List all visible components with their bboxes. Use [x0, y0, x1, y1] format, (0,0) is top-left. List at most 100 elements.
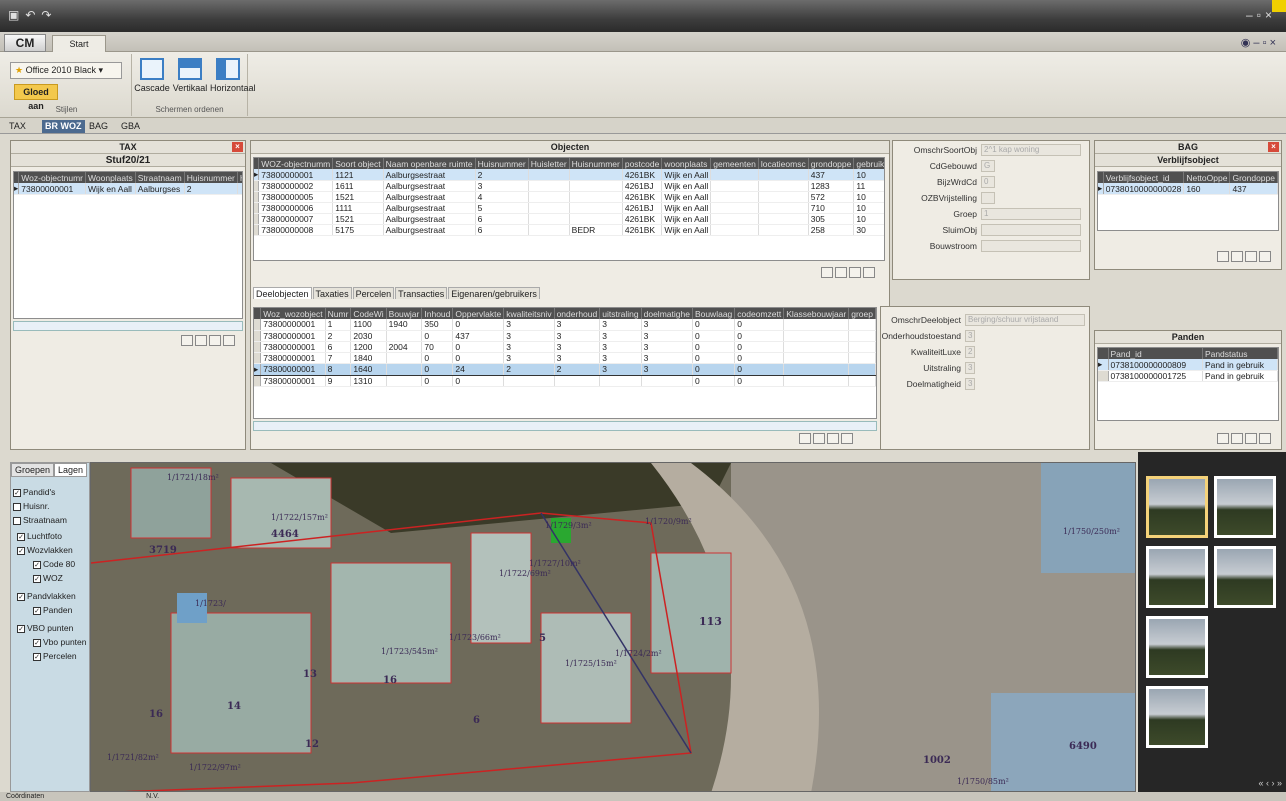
deel-col[interactable]: CodeWi: [350, 308, 387, 319]
tax-col[interactable]: Woonplaats: [85, 172, 136, 183]
gloed-button[interactable]: Gloed aan: [14, 84, 58, 111]
nav-last-icon[interactable]: [1259, 433, 1271, 444]
theme-select[interactable]: ★ Office 2010 Black ▾: [10, 62, 122, 79]
table-row[interactable]: 73800000001 7 1840 0 0 3 3 3 3 0 0: [254, 352, 876, 364]
layer-code80[interactable]: ✓ Code 80: [33, 559, 75, 569]
field-value[interactable]: G: [981, 160, 995, 172]
field-value[interactable]: 3: [965, 330, 975, 342]
tax-col[interactable]: Hu: [237, 172, 242, 183]
nav-next-icon[interactable]: [849, 267, 861, 278]
obj-col[interactable]: grondoppe: [808, 158, 855, 169]
field-value[interactable]: 1: [981, 208, 1081, 220]
tab-transacties[interactable]: Transacties: [395, 287, 448, 299]
nav-last-icon[interactable]: [1259, 251, 1271, 262]
layer-vbo-punten[interactable]: ✓ VBO punten: [17, 623, 73, 633]
deel-scrollbar[interactable]: [253, 421, 877, 431]
bag-close-icon[interactable]: ×: [1268, 142, 1279, 152]
tax-col[interactable]: Straatnaam: [135, 172, 185, 183]
tab-deelobjecten[interactable]: Deelobjecten: [253, 287, 312, 299]
table-row[interactable]: ▸ 0738100000000809 Pand in gebruik: [1098, 359, 1278, 371]
objecten-grid[interactable]: WOZ-objectnumm Soort object Naam openbare …: [253, 157, 885, 261]
field-value[interactable]: Berging/schuur vrijstaand: [965, 314, 1085, 326]
deel-col[interactable]: groep: [848, 308, 876, 319]
module-tab-br-woz[interactable]: BR WOZ: [42, 120, 85, 133]
layer-straatnaam[interactable]: Straatnaam: [13, 515, 67, 525]
map-view[interactable]: 1/1721/18m² 1/1722/157m² 4464 3719 1/172…: [90, 462, 1136, 792]
obj-col[interactable]: Huisnummer: [475, 158, 529, 169]
tax-close-icon[interactable]: ×: [232, 142, 243, 152]
obj-col[interactable]: Huisnummer: [569, 158, 623, 169]
nav-next-icon[interactable]: [827, 433, 839, 444]
tab-percelen[interactable]: Percelen: [352, 287, 395, 299]
layer-woz[interactable]: ✓ WOZ: [33, 573, 63, 583]
layer-pandvlakken[interactable]: ✓ Pandvlakken: [17, 591, 76, 601]
table-row[interactable]: 73800000007 1521 Aalburgsestraat 6 4261BK Wij…: [254, 213, 884, 225]
table-row[interactable]: ▸ 0738010000000028 160 437: [1098, 183, 1278, 195]
panden-col[interactable]: Pandstatus: [1202, 348, 1278, 359]
table-row[interactable]: 0738100000001725 Pand in gebruik: [1098, 370, 1278, 382]
layer-wozvlakken[interactable]: ✓ Wozvlakken: [17, 545, 73, 555]
nav-prev-icon[interactable]: [1231, 251, 1243, 262]
photo-thumbnail[interactable]: [1146, 616, 1208, 678]
nav-first-icon[interactable]: [821, 267, 833, 278]
nav-last-icon[interactable]: [223, 335, 235, 346]
layer-vbo-punten-sub[interactable]: ✓ Vbo punten: [33, 637, 86, 647]
field-value[interactable]: [981, 224, 1081, 236]
nav-next-icon[interactable]: [1245, 251, 1257, 262]
panden-grid[interactable]: Pand_id Pandstatus ▸ 0738100000000809 Pand …: [1097, 347, 1279, 421]
layer-luchtfoto[interactable]: ✓ Luchtfoto: [17, 531, 62, 541]
table-row[interactable]: 73800000005 1521 Aalburgsestraat 4 4261BK Wij…: [254, 191, 884, 203]
module-tab-bag[interactable]: BAG: [86, 120, 111, 133]
table-row[interactable]: 73800000001 2 2030 0 437 3 3 3 3 0 0: [254, 330, 876, 342]
bag-col[interactable]: NettoOppe: [1183, 172, 1231, 183]
layer-pandids[interactable]: ✓ Pandid's: [13, 487, 55, 497]
obj-col[interactable]: Soort object: [332, 158, 384, 169]
deel-col[interactable]: uitstraling: [599, 308, 642, 319]
obj-col[interactable]: Huisletter: [528, 158, 570, 169]
obj-col[interactable]: locatieomsc: [758, 158, 809, 169]
nav-first-icon[interactable]: [1217, 251, 1229, 262]
nav-first-icon[interactable]: [1217, 433, 1229, 444]
field-value[interactable]: 2: [965, 346, 975, 358]
app-icon[interactable]: ▣: [8, 8, 19, 22]
deel-col[interactable]: Klassebouwjaar: [783, 308, 850, 319]
nav-prev-icon[interactable]: [813, 433, 825, 444]
obj-col[interactable]: postcode: [622, 158, 663, 169]
nav-next-icon[interactable]: [209, 335, 221, 346]
tab-groepen[interactable]: Groepen: [11, 463, 55, 477]
bag-grid[interactable]: Verblijfsobject_id NettoOppe Grondoppe ▸ 07…: [1097, 171, 1279, 231]
tax-scrollbar[interactable]: [13, 321, 243, 331]
field-value[interactable]: 2^1 kap woning: [981, 144, 1081, 156]
nav-first-icon[interactable]: [799, 433, 811, 444]
deel-col[interactable]: Numr: [325, 308, 352, 319]
nav-prev-icon[interactable]: [195, 335, 207, 346]
obj-col[interactable]: woonplaats: [661, 158, 712, 169]
field-value[interactable]: 3: [965, 378, 975, 390]
minimize-icon[interactable]: –: [1246, 8, 1257, 22]
table-row[interactable]: 73800000008 5175 Aalburgsestraat 6 BEDR 4261B…: [254, 224, 884, 236]
module-tab-tax[interactable]: TAX: [6, 120, 29, 133]
table-row[interactable]: ▸ 73800000001 8 1640 0 24 2 2 3 3 0 0: [254, 362, 876, 376]
table-row[interactable]: 73800000001 6 1200 2004 70 0 3 3 3 3 0 0: [254, 341, 876, 353]
field-value[interactable]: [981, 240, 1081, 252]
tab-eigenaren[interactable]: Eigenaren/gebruikers: [448, 287, 540, 299]
redo-icon[interactable]: ↷: [41, 8, 51, 22]
nav-prev-icon[interactable]: [835, 267, 847, 278]
photo-thumbnail[interactable]: [1146, 476, 1208, 538]
photo-thumbnail[interactable]: [1146, 546, 1208, 608]
tab-start[interactable]: Start: [52, 35, 106, 52]
deel-grid[interactable]: Woz_wozobject Numr CodeWi Bouwjar Inhoud Oppe…: [253, 307, 877, 419]
undo-icon[interactable]: ↶: [25, 8, 35, 22]
nav-last-icon[interactable]: [863, 267, 875, 278]
tax-col[interactable]: Woz-objectnumr: [18, 172, 87, 183]
app-menu-button[interactable]: CM: [4, 34, 46, 52]
maximize-icon[interactable]: ▫: [1257, 8, 1265, 22]
bag-col[interactable]: Grondoppe: [1229, 172, 1278, 183]
deel-col[interactable]: Inhoud: [421, 308, 454, 319]
deel-col[interactable]: onderhoud: [554, 308, 601, 319]
table-row[interactable]: 73800000002 1611 Aalburgsestraat 3 4261BJ Wij…: [254, 180, 884, 192]
table-row[interactable]: 73800000001 1 1100 1940 350 0 3 3 3 3 0 0: [254, 319, 876, 331]
nav-next-icon[interactable]: [1245, 433, 1257, 444]
help-icon[interactable]: ◉ – ▫ ×: [1241, 36, 1276, 49]
photo-nav-icon[interactable]: « ‹ › »: [1258, 778, 1282, 788]
